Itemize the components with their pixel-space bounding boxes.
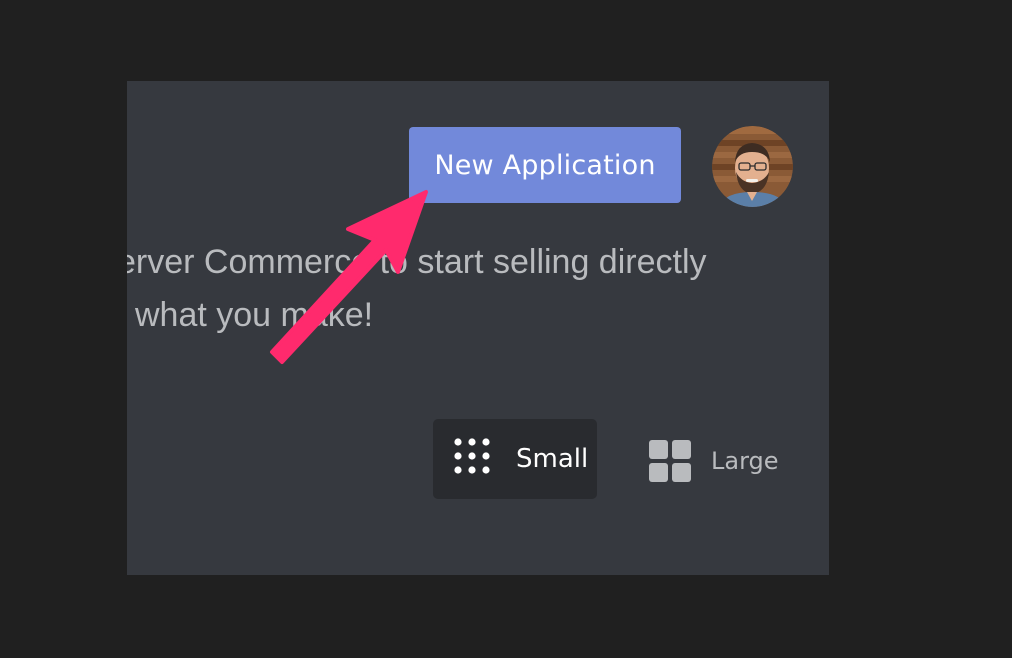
new-application-button[interactable]: New Application bbox=[409, 127, 681, 203]
description-line-2: what you make! bbox=[135, 296, 374, 334]
large-grid-icon bbox=[649, 440, 691, 482]
large-label: Large bbox=[711, 447, 779, 475]
dots-grid-icon bbox=[454, 438, 490, 474]
avatar-image bbox=[712, 126, 793, 207]
new-application-label: New Application bbox=[434, 149, 656, 181]
view-toggle-large[interactable]: Large bbox=[647, 421, 787, 501]
description-line-1: erver Commerce to start selling directly bbox=[127, 243, 707, 281]
view-toggle-small[interactable]: Small bbox=[433, 419, 597, 499]
developer-portal-panel: New Application erver Commerce to start … bbox=[127, 81, 829, 575]
small-label: Small bbox=[516, 444, 589, 474]
user-avatar[interactable] bbox=[712, 126, 793, 207]
